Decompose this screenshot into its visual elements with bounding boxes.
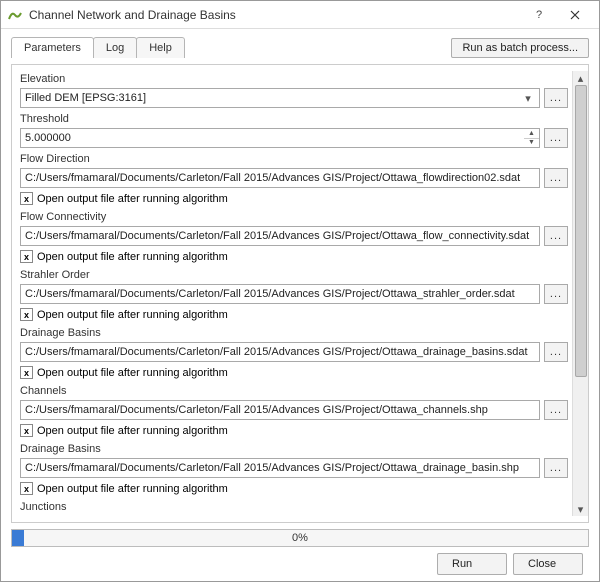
scroll-thumb[interactable] — [575, 85, 587, 377]
parameters-panel: Elevation Filled DEM [EPSG:3161] ▾ ... T… — [11, 64, 589, 523]
flow-direction-open-label: Open output file after running algorithm — [37, 193, 228, 205]
flow-connectivity-open-checkbox[interactable]: x — [20, 250, 33, 263]
strahler-order-open-label: Open output file after running algorithm — [37, 309, 228, 321]
content-area: Parameters Log Help Run as batch process… — [1, 29, 599, 581]
strahler-order-browse-button[interactable]: ... — [544, 284, 568, 304]
tab-log[interactable]: Log — [93, 37, 137, 58]
flow-direction-browse-button[interactable]: ... — [544, 168, 568, 188]
threshold-spinbox[interactable]: ▲ ▼ — [20, 128, 540, 148]
drainage-basins-1-open-label: Open output file after running algorithm — [37, 367, 228, 379]
progress-fill — [12, 530, 24, 546]
scroll-region: Elevation Filled DEM [EPSG:3161] ▾ ... T… — [20, 71, 572, 516]
threshold-input[interactable] — [20, 128, 524, 148]
channels-open-label: Open output file after running algorithm — [37, 425, 228, 437]
vertical-scrollbar[interactable]: ▴ ▾ — [572, 71, 588, 516]
scroll-up-icon[interactable]: ▴ — [574, 71, 588, 85]
help-button[interactable]: ? — [521, 3, 557, 27]
threshold-browse-button[interactable]: ... — [544, 128, 568, 148]
channels-label: Channels — [20, 385, 568, 397]
drainage-basins-1-input[interactable] — [20, 342, 540, 362]
drainage-basins-2-open-label: Open output file after running algorithm — [37, 483, 228, 495]
tab-help[interactable]: Help — [136, 37, 185, 58]
strahler-order-label: Strahler Order — [20, 269, 568, 281]
top-row: Parameters Log Help Run as batch process… — [11, 37, 589, 58]
footer-buttons: Run Close — [11, 553, 589, 575]
flow-connectivity-input[interactable] — [20, 226, 540, 246]
progress-bar: 0% — [11, 529, 589, 547]
channels-open-checkbox[interactable]: x — [20, 424, 33, 437]
run-button[interactable]: Run — [437, 553, 507, 575]
flow-connectivity-label: Flow Connectivity — [20, 211, 568, 223]
drainage-basins-1-browse-button[interactable]: ... — [544, 342, 568, 362]
scroll-down-icon[interactable]: ▾ — [574, 502, 588, 516]
elevation-label: Elevation — [20, 73, 568, 85]
dialog-window: Channel Network and Drainage Basins ? Pa… — [0, 0, 600, 582]
channels-input[interactable] — [20, 400, 540, 420]
flow-connectivity-browse-button[interactable]: ... — [544, 226, 568, 246]
scroll-track[interactable] — [574, 85, 588, 502]
drainage-basins-2-open-checkbox[interactable]: x — [20, 482, 33, 495]
drainage-basins-2-input[interactable] — [20, 458, 540, 478]
channels-browse-button[interactable]: ... — [544, 400, 568, 420]
elevation-value: Filled DEM [EPSG:3161] — [25, 92, 521, 104]
progress-text: 0% — [292, 532, 308, 544]
junctions-label: Junctions — [20, 501, 568, 513]
tab-parameters[interactable]: Parameters — [11, 37, 94, 58]
strahler-order-input[interactable] — [20, 284, 540, 304]
spin-down-icon[interactable]: ▼ — [524, 139, 539, 148]
chevron-down-icon: ▾ — [521, 92, 535, 105]
elevation-browse-button[interactable]: ... — [544, 88, 568, 108]
drainage-basins-2-browse-button[interactable]: ... — [544, 458, 568, 478]
tab-bar: Parameters Log Help — [11, 37, 184, 58]
flow-direction-label: Flow Direction — [20, 153, 568, 165]
app-icon — [7, 7, 23, 23]
drainage-basins-2-label: Drainage Basins — [20, 443, 568, 455]
flow-connectivity-open-label: Open output file after running algorithm — [37, 251, 228, 263]
titlebar: Channel Network and Drainage Basins ? — [1, 1, 599, 29]
threshold-label: Threshold — [20, 113, 568, 125]
close-button[interactable]: Close — [513, 553, 583, 575]
strahler-order-open-checkbox[interactable]: x — [20, 308, 33, 321]
flow-direction-input[interactable] — [20, 168, 540, 188]
run-batch-button[interactable]: Run as batch process... — [451, 38, 589, 58]
drainage-basins-1-label: Drainage Basins — [20, 327, 568, 339]
flow-direction-open-checkbox[interactable]: x — [20, 192, 33, 205]
close-window-button[interactable] — [557, 3, 593, 27]
drainage-basins-1-open-checkbox[interactable]: x — [20, 366, 33, 379]
elevation-combo[interactable]: Filled DEM [EPSG:3161] ▾ — [20, 88, 540, 108]
window-title: Channel Network and Drainage Basins — [29, 8, 521, 22]
spin-up-icon[interactable]: ▲ — [524, 129, 539, 139]
